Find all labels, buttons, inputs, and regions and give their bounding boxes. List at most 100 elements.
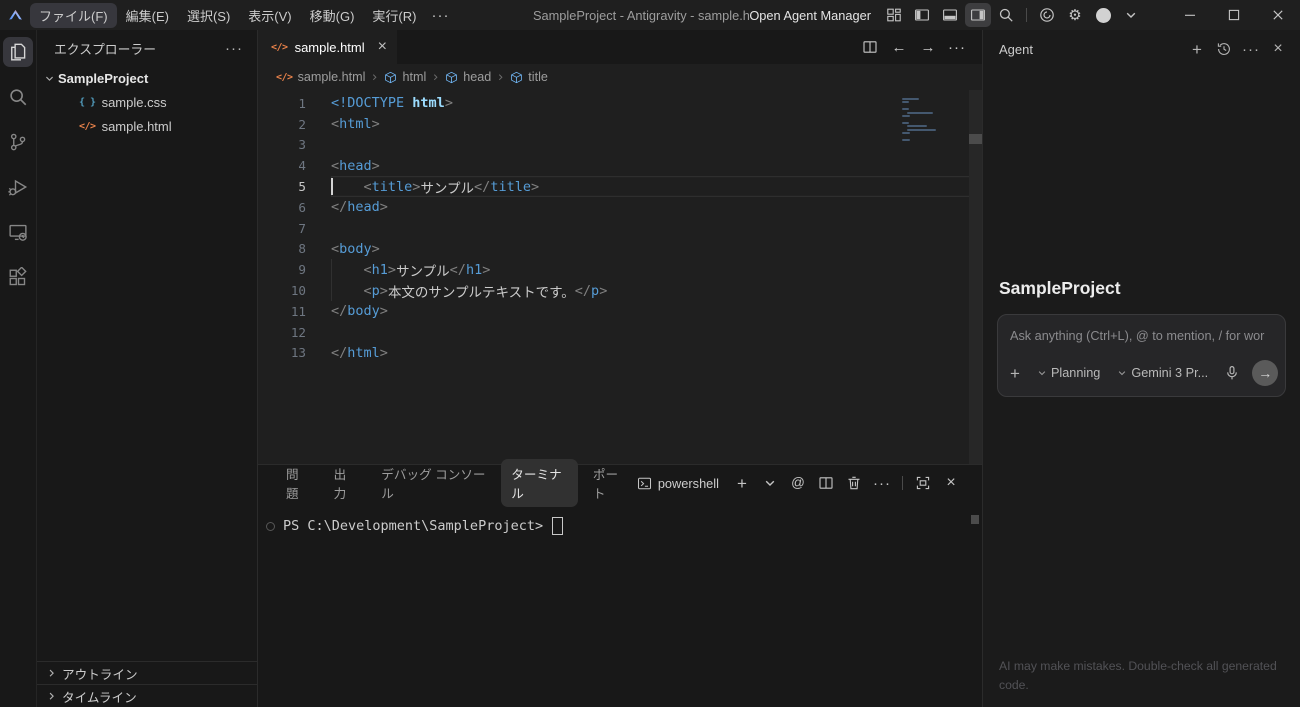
line-number: 11 [258, 304, 306, 319]
tab-sample-html[interactable]: </> sample.html × [258, 30, 397, 64]
menu-item[interactable]: 移動(G) [301, 3, 364, 28]
sidebar-more-icon[interactable]: ··· [225, 41, 243, 56]
account-avatar[interactable] [1090, 3, 1116, 27]
panel-tab[interactable]: 出力 [324, 459, 367, 507]
sidebar-header: エクスプローラー ··· [37, 30, 257, 66]
extensions-icon[interactable] [3, 262, 33, 292]
code-line-5[interactable]: 5 <title>サンプル</title> [258, 176, 982, 197]
menu-item[interactable]: 表示(V) [239, 3, 300, 28]
panel-tab[interactable]: ターミナル [501, 459, 578, 507]
activity-bar [0, 30, 37, 707]
menu-item[interactable]: ファイル(F) [30, 3, 117, 28]
breadcrumb-html[interactable]: html [384, 70, 426, 84]
panel-tab[interactable]: デバッグ コンソール [371, 459, 496, 507]
go-forward-icon[interactable]: → [915, 35, 941, 59]
at-mention-icon[interactable]: @ [785, 471, 811, 495]
timeline-section[interactable]: タイムライン [37, 684, 257, 707]
code-line-9[interactable]: 9 <h1>サンプル</h1> [258, 259, 982, 280]
close-window-button[interactable] [1256, 0, 1300, 30]
maximize-panel-icon[interactable] [910, 471, 936, 495]
code-line-6[interactable]: 6</head> [258, 197, 982, 218]
editor-scrollbar[interactable] [969, 90, 982, 464]
run-debug-icon[interactable] [3, 172, 33, 202]
split-terminal-icon[interactable] [813, 471, 839, 495]
minimize-button[interactable] [1168, 0, 1212, 30]
close-agent-panel-icon[interactable]: × [1266, 37, 1290, 61]
more-terminal-actions-icon[interactable]: ··· [869, 471, 895, 495]
breadcrumb-head[interactable]: head [445, 70, 491, 84]
mic-icon[interactable] [1224, 365, 1240, 381]
code-line-8[interactable]: 8<body> [258, 239, 982, 260]
split-editor-icon[interactable] [857, 35, 883, 59]
gemini-icon[interactable] [1034, 3, 1060, 27]
attach-icon[interactable]: + [1010, 365, 1020, 382]
timeline-label: タイムライン [62, 687, 137, 706]
code-line-1[interactable]: 1<!DOCTYPE html> [258, 93, 982, 114]
terminal-scrollbar[interactable] [971, 515, 979, 524]
kill-terminal-icon[interactable] [841, 471, 867, 495]
agent-body: SampleProject Ask anything (Ctrl+L), @ t… [983, 68, 1300, 657]
toggle-secondary-sidebar-icon[interactable] [965, 3, 991, 27]
terminal-session[interactable]: powershell [637, 476, 719, 491]
history-icon[interactable] [1212, 37, 1236, 61]
file-item-sample.html[interactable]: </>sample.html [37, 114, 257, 138]
code-line-13[interactable]: 13</html> [258, 343, 982, 364]
code-line-4[interactable]: 4<head> [258, 155, 982, 176]
agent-input[interactable]: Ask anything (Ctrl+L), @ to mention, / f… [1010, 329, 1273, 343]
more-actions-icon[interactable]: ··· [944, 35, 970, 59]
breadcrumb-sample.html[interactable]: </>sample.html [276, 70, 365, 84]
agent-more-icon[interactable]: ··· [1239, 37, 1263, 61]
mode-select[interactable]: Planning [1036, 366, 1100, 380]
open-agent-manager-button[interactable]: Open Agent Manager [749, 8, 871, 23]
terminal[interactable]: PS C:\Development\SampleProject> [258, 501, 982, 535]
terminal-picker-chevron-icon[interactable] [757, 471, 783, 495]
outline-section[interactable]: アウトライン [37, 661, 257, 684]
search-icon[interactable] [993, 3, 1019, 27]
agent-input-card[interactable]: Ask anything (Ctrl+L), @ to mention, / f… [997, 314, 1286, 397]
search-view-icon[interactable] [3, 82, 33, 112]
send-button[interactable]: → [1252, 360, 1278, 386]
maximize-button[interactable] [1212, 0, 1256, 30]
code-editor[interactable]: 1<!DOCTYPE html>2<html>34<head>5 <title>… [258, 90, 982, 464]
menu-item[interactable]: 選択(S) [178, 3, 239, 28]
go-back-icon[interactable]: ← [886, 35, 912, 59]
project-name: SampleProject [58, 71, 148, 86]
code-line-2[interactable]: 2<html> [258, 114, 982, 135]
chevron-down-icon[interactable] [1118, 3, 1144, 27]
minimap[interactable] [902, 98, 952, 142]
code-line-10[interactable]: 10 <p>本文のサンプルテキストです。</p> [258, 280, 982, 301]
panel-tab[interactable]: 問題 [276, 459, 319, 507]
indent-guide [331, 259, 332, 280]
menu-item[interactable]: 編集(E) [117, 3, 178, 28]
new-terminal-icon[interactable]: + [729, 471, 755, 495]
tree-item-project[interactable]: SampleProject [37, 66, 257, 90]
close-panel-icon[interactable]: × [938, 471, 964, 495]
bottom-panel: 問題出力デバッグ コンソールターミナルポート powershell +@···×… [258, 464, 982, 707]
line-number: 7 [258, 221, 306, 236]
code-line-12[interactable]: 12 [258, 322, 982, 343]
toggle-panel-icon[interactable] [937, 3, 963, 27]
panel-actions: + @ ··· × [729, 471, 964, 495]
remote-explorer-icon[interactable] [3, 217, 33, 247]
panel-tab[interactable]: ポート [583, 459, 637, 507]
menu-more-icon[interactable]: ··· [427, 3, 453, 27]
terminal-prompt: PS C:\Development\SampleProject> [283, 518, 543, 534]
menu-item[interactable]: 実行(R) [363, 3, 425, 28]
settings-gear-icon[interactable]: ⚙ [1062, 3, 1088, 27]
chevron-down-icon [1036, 367, 1048, 379]
scrollbar-thumb[interactable] [969, 134, 982, 144]
agent-input-controls: + Planning Gemini 3 Pr... → [1010, 360, 1273, 386]
code-line-7[interactable]: 7 [258, 218, 982, 239]
breadcrumb-title[interactable]: title [510, 70, 548, 84]
code-line-3[interactable]: 3 [258, 135, 982, 156]
new-chat-icon[interactable]: + [1185, 37, 1209, 61]
customize-layout-icon[interactable] [881, 3, 907, 27]
explorer-icon[interactable] [3, 37, 33, 67]
code-line-11[interactable]: 11</body> [258, 301, 982, 322]
close-tab-icon[interactable]: × [378, 39, 387, 55]
app-window: ファイル(F)編集(E)選択(S)表示(V)移動(G)実行(R) ··· Sam… [0, 0, 1300, 707]
file-item-sample.css[interactable]: { }sample.css [37, 90, 257, 114]
source-control-icon[interactable] [3, 127, 33, 157]
model-select[interactable]: Gemini 3 Pr... [1116, 366, 1208, 380]
toggle-primary-sidebar-icon[interactable] [909, 3, 935, 27]
